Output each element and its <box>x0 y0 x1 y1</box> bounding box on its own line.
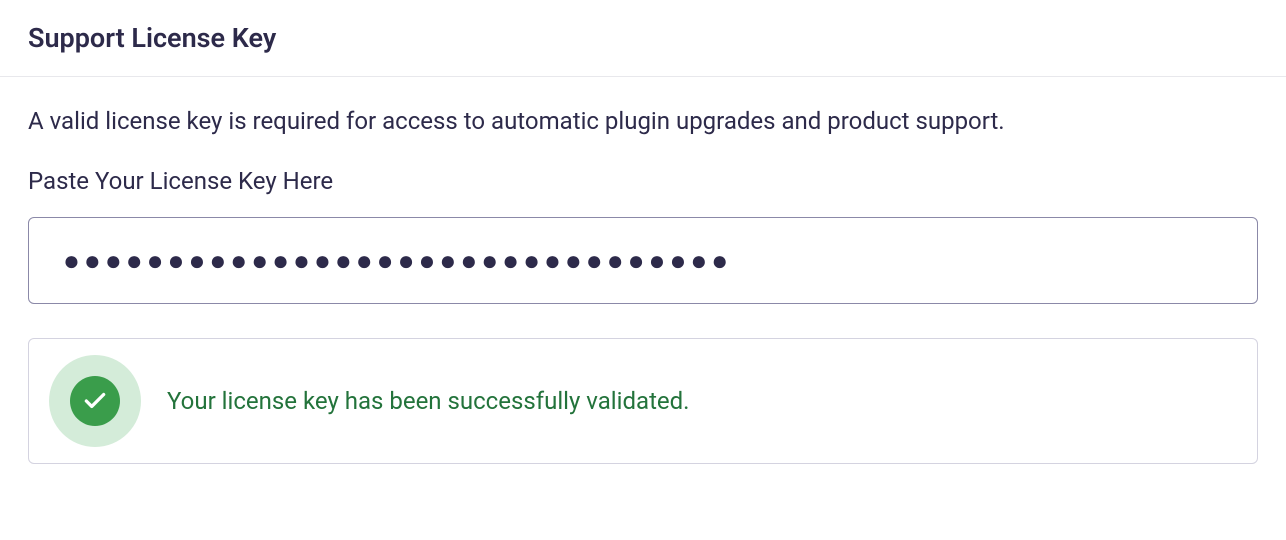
license-description: A valid license key is required for acce… <box>28 105 1258 139</box>
section-header: Support License Key <box>0 0 1286 77</box>
status-icon-wrapper <box>49 355 141 447</box>
license-key-input[interactable] <box>28 217 1258 304</box>
section-title: Support License Key <box>28 22 1258 54</box>
validation-status-box: Your license key has been successfully v… <box>28 338 1258 464</box>
content-area: A valid license key is required for acce… <box>0 77 1286 492</box>
license-field-label: Paste Your License Key Here <box>28 167 1258 195</box>
validation-status-message: Your license key has been successfully v… <box>167 387 690 415</box>
checkmark-icon <box>70 376 120 426</box>
